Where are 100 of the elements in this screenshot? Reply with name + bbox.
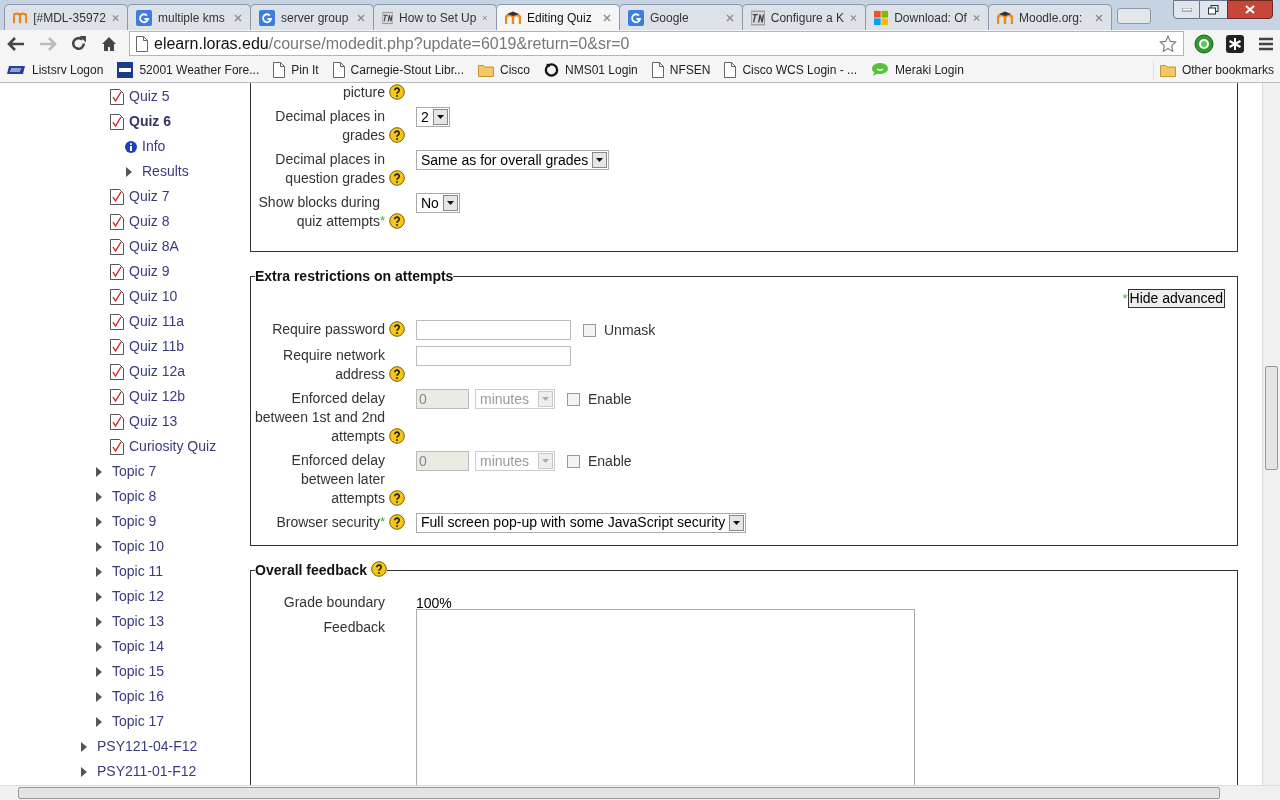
menu-icon[interactable] xyxy=(1258,36,1274,51)
vertical-scrollbar[interactable] xyxy=(1262,83,1280,785)
help-icon[interactable] xyxy=(389,170,405,186)
tree-arrow-icon[interactable] xyxy=(95,641,103,652)
browser-tab[interactable]: How to Set Up xyxy=(373,4,497,30)
dropdown[interactable]: Same as for overall grades xyxy=(416,150,610,170)
hide-advanced-button[interactable]: Hide advanced xyxy=(1127,289,1225,308)
browser-tab[interactable]: multiple kms xyxy=(127,4,251,30)
nav-link[interactable]: Quiz 10 xyxy=(129,286,178,307)
nav-link[interactable]: Info xyxy=(142,136,166,157)
bookmark[interactable]: NMS01 Login xyxy=(544,60,638,79)
nav-link[interactable]: Topic 9 xyxy=(112,511,157,532)
help-icon[interactable] xyxy=(371,561,388,577)
nav-link[interactable]: Topic 11 xyxy=(112,561,164,582)
help-icon[interactable] xyxy=(389,427,405,444)
tree-arrow-icon[interactable] xyxy=(95,566,103,577)
nav-link[interactable]: Quiz 9 xyxy=(129,261,170,282)
nav-link[interactable]: Topic 8 xyxy=(112,486,157,507)
nav-link[interactable]: PSY121-04-F12 xyxy=(97,736,198,757)
text-field[interactable] xyxy=(416,320,571,340)
reload-icon[interactable] xyxy=(70,35,87,52)
tree-arrow-icon[interactable] xyxy=(95,616,103,627)
nav-link[interactable]: Results xyxy=(142,161,189,182)
scrollbar-thumb[interactable] xyxy=(1265,366,1278,470)
nav-link[interactable]: Quiz 8A xyxy=(129,236,179,257)
nav-link[interactable]: Topic 16 xyxy=(112,686,165,707)
nav-link[interactable]: Topic 7 xyxy=(112,461,157,482)
nav-link[interactable]: Quiz 8 xyxy=(129,211,170,232)
tree-arrow-icon[interactable] xyxy=(95,516,103,527)
nav-link[interactable]: Quiz 6 xyxy=(129,111,171,132)
nav-link[interactable]: Topic 13 xyxy=(112,611,165,632)
browser-tab[interactable]: Download: Of xyxy=(865,4,989,30)
close-button[interactable] xyxy=(1227,0,1273,19)
bookmark[interactable]: Cisco WCS Login - ... xyxy=(724,60,858,79)
horizontal-scrollbar[interactable] xyxy=(0,785,1280,800)
nav-link[interactable]: Quiz 12a xyxy=(129,361,186,382)
tree-arrow-icon[interactable] xyxy=(125,166,133,177)
bookmark[interactable]: 52001 Weather Fore... xyxy=(117,60,260,79)
dropdown[interactable]: 2 xyxy=(416,107,450,127)
tree-arrow-icon[interactable] xyxy=(80,741,88,752)
checkbox[interactable] xyxy=(583,323,596,337)
address-bar[interactable]: elearn.loras.edu/course/modedit.php?update=6019&return=0&sr=0 xyxy=(129,31,1184,56)
nav-link[interactable]: Topic 14 xyxy=(112,636,165,657)
tree-arrow-icon[interactable] xyxy=(95,716,103,727)
dropdown[interactable]: Full screen pop-up with some JavaScript security xyxy=(416,512,747,533)
help-icon[interactable] xyxy=(389,489,405,506)
tree-arrow-icon[interactable] xyxy=(95,591,103,602)
tree-arrow-icon[interactable] xyxy=(80,766,88,777)
browser-tab[interactable]: [#MDL-35972 xyxy=(4,4,128,30)
close-icon[interactable] xyxy=(726,13,734,22)
extension-icon[interactable] xyxy=(1194,33,1214,54)
nav-link[interactable]: Quiz 13 xyxy=(129,411,178,432)
tree-arrow-icon[interactable] xyxy=(95,541,103,552)
nav-link[interactable]: Curiosity Quiz xyxy=(129,436,217,457)
nav-link[interactable]: Quiz 12b xyxy=(129,386,186,407)
browser-tab[interactable]: Google xyxy=(619,4,743,30)
star-icon[interactable] xyxy=(1159,34,1177,53)
browser-tab[interactable]: Moodle.org: xyxy=(988,4,1112,30)
nav-link[interactable]: PSY211-01-F12 xyxy=(97,761,197,782)
checkbox[interactable] xyxy=(567,454,580,468)
tree-arrow-icon[interactable] xyxy=(95,491,103,502)
home-icon[interactable] xyxy=(101,35,117,52)
help-icon[interactable] xyxy=(389,320,405,337)
bookmark[interactable]: Carnegie-Stout Libr... xyxy=(332,60,464,79)
close-icon[interactable] xyxy=(357,13,365,22)
nav-link[interactable]: Quiz 11a xyxy=(129,311,184,332)
scrollbar-thumb[interactable] xyxy=(18,787,1220,799)
checkbox[interactable] xyxy=(567,392,580,406)
close-icon[interactable] xyxy=(1095,13,1103,22)
browser-tab[interactable]: Configure a K xyxy=(742,4,866,30)
nav-link[interactable]: Quiz 11b xyxy=(129,336,184,357)
text-field[interactable] xyxy=(416,345,571,366)
browser-tab[interactable]: server group xyxy=(250,4,374,30)
tree-arrow-icon[interactable] xyxy=(95,466,103,477)
minimize-button[interactable] xyxy=(1173,0,1200,19)
help-icon[interactable] xyxy=(389,127,405,143)
help-icon[interactable] xyxy=(389,84,405,100)
nav-link[interactable]: Topic 17 xyxy=(112,711,165,732)
help-icon[interactable] xyxy=(389,365,405,382)
help-icon[interactable] xyxy=(389,513,405,530)
back-icon[interactable] xyxy=(6,35,26,52)
nav-link[interactable]: Topic 15 xyxy=(112,661,165,682)
bookmark[interactable]: Listsrv Logon xyxy=(6,60,104,79)
help-icon[interactable] xyxy=(389,213,405,229)
restore-button[interactable] xyxy=(1200,0,1227,19)
nav-link[interactable]: Quiz 7 xyxy=(129,186,170,207)
bookmark[interactable]: Cisco xyxy=(478,60,530,79)
bookmark[interactable]: Meraki Login xyxy=(871,60,964,79)
dropdown[interactable]: No xyxy=(416,193,460,213)
browser-tab[interactable]: Editing Quiz xyxy=(496,4,620,30)
bookmark[interactable]: NFSEN xyxy=(651,60,711,79)
nav-link[interactable]: Quiz 5 xyxy=(129,86,170,107)
bookmark[interactable]: Pin It xyxy=(273,60,319,79)
close-icon[interactable] xyxy=(603,13,611,22)
nav-link[interactable]: Topic 10 xyxy=(112,536,165,557)
extension-icon[interactable] xyxy=(1226,34,1244,53)
bookmark-folder[interactable]: Other bookmarks xyxy=(1152,60,1274,79)
nav-link[interactable]: Topic 12 xyxy=(112,586,165,607)
tree-arrow-icon[interactable] xyxy=(95,691,103,702)
tree-arrow-icon[interactable] xyxy=(95,666,103,677)
